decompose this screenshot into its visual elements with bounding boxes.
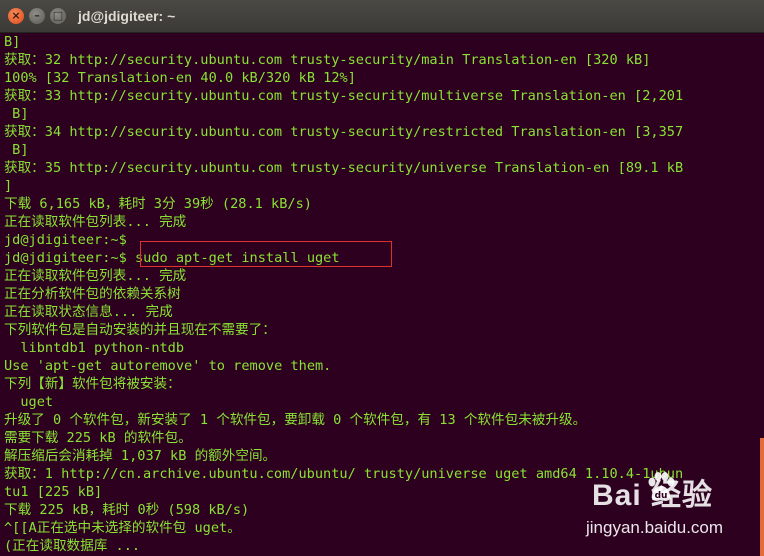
- svg-text:du: du: [655, 491, 668, 501]
- terminal-line: B]: [4, 106, 29, 122]
- window-title: jd@jdigiteer: ~: [78, 8, 176, 24]
- terminal-line: B]: [4, 142, 29, 158]
- terminal-line: 正在读取软件包列表... 完成: [4, 214, 187, 230]
- terminal-line: 需要下载 225 kB 的软件包。: [4, 430, 192, 446]
- terminal-line: Use 'apt-get autoremove' to remove them.: [4, 358, 332, 374]
- minimize-icon[interactable]: –: [29, 8, 45, 24]
- terminal-line: B]: [4, 34, 21, 50]
- terminal-line: 获取：33 http://security.ubuntu.com trusty-…: [4, 88, 684, 104]
- terminal-line: jd@jdigiteer:~$: [4, 232, 127, 248]
- terminal-line: 获取：32 http://security.ubuntu.com trusty-…: [4, 52, 651, 68]
- watermark-url: jingyan.baidu.com: [586, 518, 724, 537]
- terminal-line: libntdb1 python-ntdb: [4, 340, 185, 356]
- terminal-line: 升级了 0 个软件包，新安装了 1 个软件包，要卸载 0 个软件包，有 13 个…: [4, 412, 587, 428]
- terminal-line: 解压缩后会消耗掉 1,037 kB 的额外空间。: [4, 448, 277, 464]
- terminal-line: 下载 6,165 kB，耗时 3分 39秒 (28.1 kB/s): [4, 196, 312, 212]
- terminal-window: × – □ jd@jdigiteer: ~ B] 获取：32 http://se…: [0, 0, 764, 556]
- terminal-line: 正在分析软件包的依赖关系树: [4, 286, 181, 302]
- terminal-line: ^[[A正在选中未选择的软件包 uget。: [4, 520, 241, 536]
- terminal-line: uget: [4, 394, 54, 410]
- terminal-line: 获取：35 http://security.ubuntu.com trusty-…: [4, 160, 684, 176]
- terminal-line: 正在读取软件包列表... 完成: [4, 268, 187, 284]
- terminal-line: 下载 225 kB，耗时 0秒 (598 kB/s): [4, 502, 250, 518]
- maximize-icon[interactable]: □: [50, 8, 66, 24]
- close-icon[interactable]: ×: [8, 8, 24, 24]
- baidu-jingyan-watermark: Bai 经验 du jingyan.baidu.com: [582, 470, 760, 546]
- terminal-line: 100% [32 Translation-en 40.0 kB/320 kB 1…: [4, 70, 356, 86]
- terminal-line: tu1 [225 kB]: [4, 484, 103, 500]
- terminal-line: 下列软件包是自动安装的并且现在不需要了：: [4, 322, 276, 338]
- command-highlight-box: [140, 241, 392, 267]
- terminal-line: 正在读取状态信息... 完成: [4, 304, 173, 320]
- baidu-paw-icon: du: [648, 472, 675, 501]
- terminal-line: ]: [4, 178, 13, 194]
- terminal-line: 下列【新】软件包将被安装：: [4, 376, 181, 392]
- terminal-line: (正在读取数据库 ...: [4, 538, 141, 554]
- title-bar[interactable]: × – □ jd@jdigiteer: ~: [0, 0, 764, 33]
- terminal-line: 获取：34 http://security.ubuntu.com trusty-…: [4, 124, 684, 140]
- scrollbar[interactable]: [760, 438, 764, 556]
